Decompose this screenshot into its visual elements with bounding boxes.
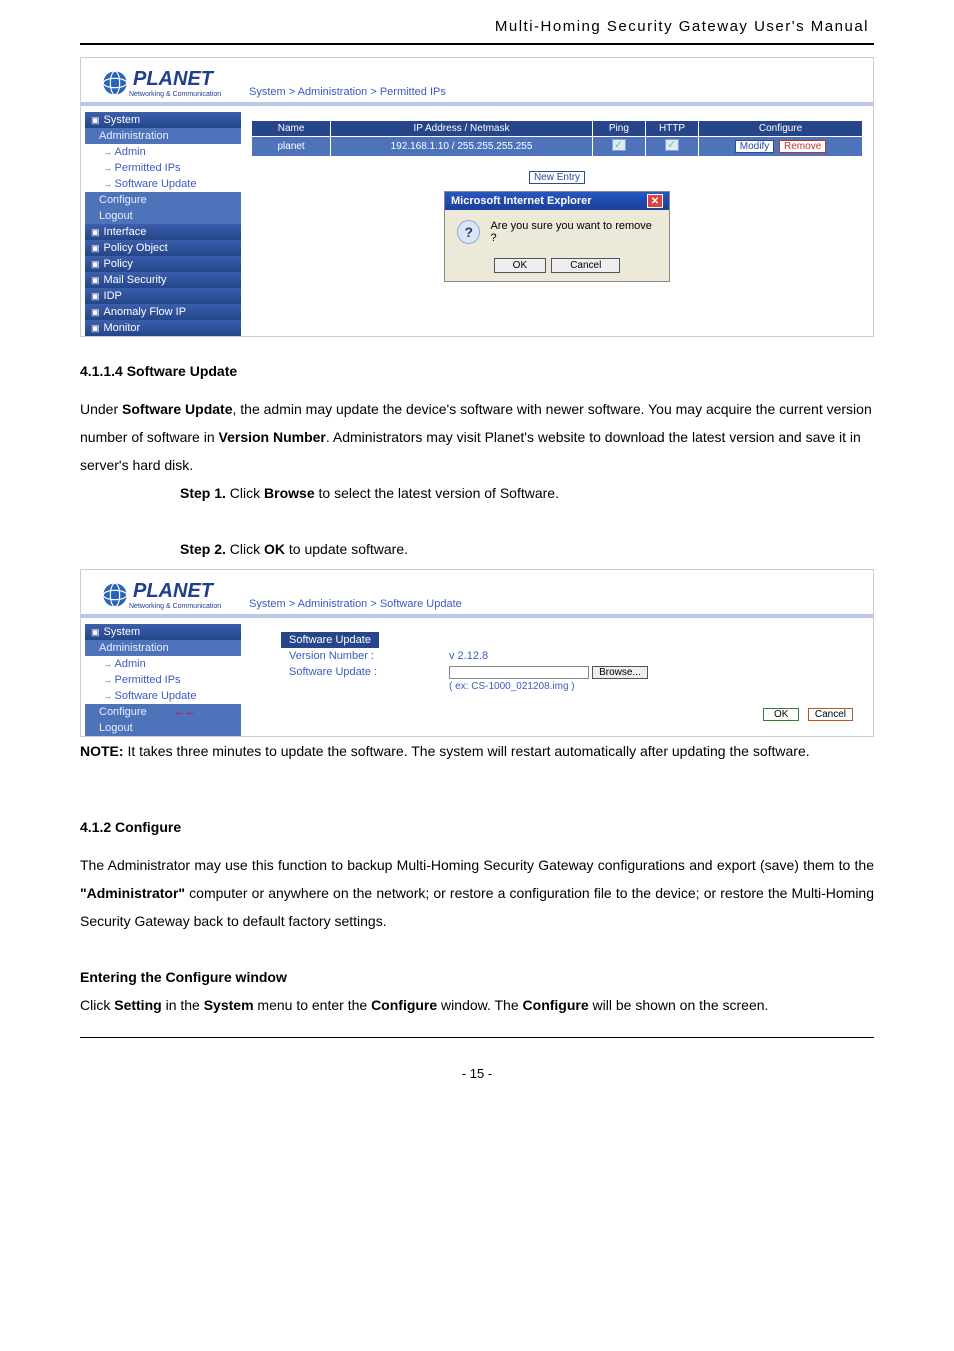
doc-text-block-1: 4.1.1.4 Software Update Under Software U… [80,357,874,563]
sidebar-permitted-ips[interactable]: Permitted IPs [85,160,241,176]
confirm-dialog: Microsoft Internet Explorer ✕ ? Are you … [444,191,670,282]
action-row: OK Cancel [251,694,863,728]
configure-paragraph: The Administrator may use this function … [80,851,874,935]
sidebar-interface[interactable]: Interface [85,224,241,240]
version-number-label: Version Number : [289,650,409,662]
section-heading-configure: 4.1.2 Configure [80,813,874,841]
close-icon[interactable]: ✕ [647,194,663,208]
logo-brand: PLANET [133,68,221,91]
software-file-input[interactable] [449,666,589,679]
sidebar-anomaly[interactable]: Anomaly Flow IP [85,304,241,320]
doc-text-block-2: NOTE: It takes three minutes to update t… [80,737,874,1019]
sidebar-system[interactable]: System [85,624,241,640]
sidebar-idp[interactable]: IDP [85,288,241,304]
th-ping: Ping [593,121,645,136]
sidebar-mail-security[interactable]: Mail Security [85,272,241,288]
dialog-message: Are you sure you want to remove ? [490,220,657,244]
step-1: Step 1. Click Browse to select the lates… [80,479,874,507]
table-row: planet 192.168.1.10 / 255.255.255.255 Mo… [252,137,862,156]
sidebar-software-update[interactable]: Software Update [85,688,241,704]
question-icon: ? [457,220,480,244]
cell-ip: 192.168.1.10 / 255.255.255.255 [331,137,592,156]
new-entry-button[interactable]: New Entry [529,171,585,184]
check-icon [612,139,626,151]
configure-step: Click Setting in the System menu to ente… [80,991,874,1019]
sidebar-admin[interactable]: Admin [85,656,241,672]
remove-button[interactable]: Remove [779,140,826,153]
software-update-panel: Software Update Version Number : v 2.12.… [281,630,833,694]
sidebar-logout[interactable]: Logout [85,720,241,736]
sidebar-administration[interactable]: Administration [85,128,241,144]
dialog-actions: OK Cancel [445,254,669,281]
sidebar-monitor[interactable]: Monitor [85,320,241,336]
footer-rule [80,1037,874,1038]
panel-title: Software Update [281,632,379,648]
logo-brand: PLANET [133,580,221,603]
sidebar-admin[interactable]: Admin [85,144,241,160]
manual-title: Multi-Homing Security Gateway User's Man… [495,18,869,35]
breadcrumb: System > Administration > Software Updat… [241,598,873,614]
sidebar: System Administration Admin Permitted IP… [81,618,241,736]
th-ip: IP Address / Netmask [331,121,592,136]
cancel-button[interactable]: Cancel [808,708,853,721]
sidebar-configure[interactable]: Configure [85,192,241,208]
ok-button[interactable]: OK [494,258,546,273]
cell-name: planet [252,137,330,156]
header-rule [80,43,874,45]
sidebar-software-update[interactable]: Software Update [85,176,241,192]
logo: PLANET Networking & Communication [81,570,241,614]
cell-configure: Modify Remove [699,137,862,156]
sidebar-configure[interactable]: Configure ←← [85,704,241,720]
sidebar-logout[interactable]: Logout [85,208,241,224]
th-name: Name [252,121,330,136]
note-paragraph: NOTE: It takes three minutes to update t… [80,737,874,765]
permitted-ips-table: Name IP Address / Netmask Ping HTTP Conf… [251,120,863,157]
sidebar-policy-object[interactable]: Policy Object [85,240,241,256]
content-area: Software Update Version Number : v 2.12.… [241,618,873,736]
page-header: Multi-Homing Security Gateway User's Man… [0,0,954,43]
sidebar-system[interactable]: System [85,112,241,128]
version-number-value: v 2.12.8 [449,650,488,662]
ok-button[interactable]: OK [763,708,799,721]
cell-ping [593,137,645,156]
screenshot-permitted-ips: PLANET Networking & Communication System… [80,57,874,337]
content-area: Name IP Address / Netmask Ping HTTP Conf… [241,106,873,336]
cell-http [646,137,698,156]
th-http: HTTP [646,121,698,136]
sidebar-permitted-ips[interactable]: Permitted IPs [85,672,241,688]
th-configure: Configure [699,121,862,136]
sidebar-policy[interactable]: Policy [85,256,241,272]
step-2: Step 2. Click OK to update software. [80,535,874,563]
logo: PLANET Networking & Communication [81,58,241,102]
logo-sub: Networking & Communication [129,91,221,98]
arrow-icon: ←← [150,706,196,718]
new-entry-row: New Entry [251,167,863,185]
dialog-titlebar: Microsoft Internet Explorer ✕ [445,192,669,210]
logo-sub: Networking & Communication [129,603,221,610]
example-text: ( ex: CS-1000_021208.img ) [449,681,648,692]
check-icon [665,139,679,151]
software-update-label: Software Update : [289,666,409,692]
browse-button[interactable]: Browse... [592,666,648,679]
section-heading-software-update: 4.1.1.4 Software Update [80,357,874,385]
dialog-title-text: Microsoft Internet Explorer [451,195,592,207]
sidebar: System Administration Admin Permitted IP… [81,106,241,336]
entering-configure-heading: Entering the Configure window [80,963,874,991]
software-update-paragraph: Under Software Update, the admin may upd… [80,395,874,479]
sidebar-administration[interactable]: Administration [85,640,241,656]
dialog-body: ? Are you sure you want to remove ? [445,210,669,254]
cancel-button[interactable]: Cancel [551,258,620,273]
breadcrumb: System > Administration > Permitted IPs [241,86,873,102]
modify-button[interactable]: Modify [735,140,774,153]
screenshot-software-update: PLANET Networking & Communication System… [80,569,874,737]
page-number: - 15 - [0,1066,954,1081]
